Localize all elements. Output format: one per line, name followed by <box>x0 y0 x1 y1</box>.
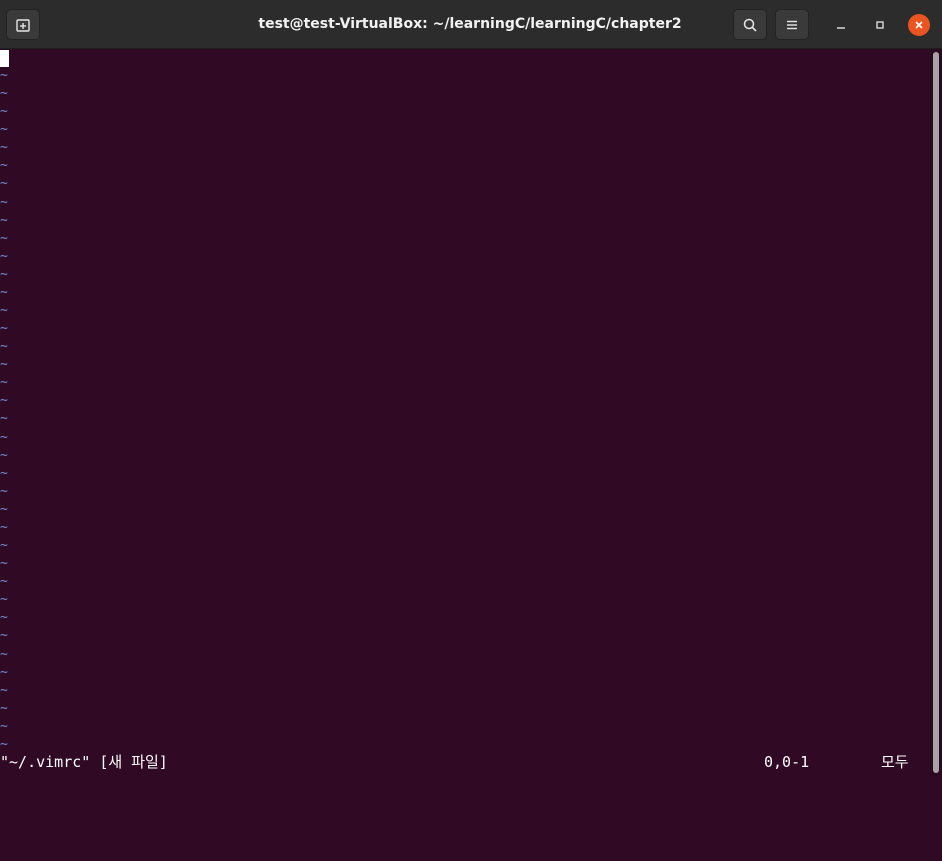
empty-line-marker: ~ <box>0 158 8 174</box>
empty-line-marker: ~ <box>0 429 8 445</box>
empty-line-marker: ~ <box>0 393 8 409</box>
close-icon <box>915 21 923 29</box>
scrollbar[interactable] <box>930 49 942 776</box>
status-file-info: "~/.vimrc" [새 파일] <box>0 753 168 771</box>
search-icon <box>743 18 757 32</box>
empty-line-marker: ~ <box>0 375 8 391</box>
empty-line-marker: ~ <box>0 411 8 427</box>
empty-line-marker: ~ <box>0 248 8 264</box>
status-cursor-position: 0,0-1 <box>764 753 810 771</box>
empty-line-marker: ~ <box>0 194 8 210</box>
maximize-button[interactable] <box>869 14 891 36</box>
empty-line-marker: ~ <box>0 682 8 698</box>
new-tab-button[interactable] <box>6 9 40 40</box>
empty-line-marker: ~ <box>0 68 8 83</box>
empty-line-markers: ~ ~ ~ ~ ~ ~ ~ ~ ~ ~ ~ ~ ~ ~ ~ ~ ~ ~ ~ ~ ~ ~ ~ ~ ~ ~ ~ ~ ~ ~ ~ ~ ~ ~ ~ ~ ~ ~ <box>0 67 8 754</box>
vim-status-line: "~/.vimrc" [새 파일] 0,0-1 모두 <box>0 751 930 773</box>
empty-line-marker: ~ <box>0 303 8 319</box>
empty-line-marker: ~ <box>0 140 8 156</box>
empty-line-marker: ~ <box>0 284 8 300</box>
minimize-button[interactable] <box>830 14 852 36</box>
empty-line-marker: ~ <box>0 447 8 463</box>
empty-line-marker: ~ <box>0 104 8 120</box>
empty-line-marker: ~ <box>0 718 8 734</box>
empty-line-marker: ~ <box>0 592 8 608</box>
menu-button[interactable] <box>775 9 809 40</box>
empty-line-marker: ~ <box>0 574 8 590</box>
empty-line-marker: ~ <box>0 357 8 373</box>
close-button[interactable] <box>908 14 930 36</box>
empty-line-marker: ~ <box>0 501 8 517</box>
empty-line-marker: ~ <box>0 176 8 192</box>
new-tab-icon <box>16 18 30 32</box>
scrollbar-thumb[interactable] <box>933 52 939 773</box>
empty-line-marker: ~ <box>0 339 8 355</box>
empty-line-marker: ~ <box>0 86 8 102</box>
empty-line-marker: ~ <box>0 122 8 138</box>
hamburger-menu-icon <box>787 20 797 29</box>
minimize-icon <box>837 27 845 29</box>
empty-line-marker: ~ <box>0 610 8 626</box>
empty-line-marker: ~ <box>0 664 8 680</box>
empty-line-marker: ~ <box>0 230 8 246</box>
status-scroll-indicator: 모두 <box>881 753 909 771</box>
header-bar: test@test-VirtualBox: ~/learningC/learni… <box>0 0 942 49</box>
empty-line-marker: ~ <box>0 483 8 499</box>
empty-line-marker: ~ <box>0 266 8 282</box>
empty-line-marker: ~ <box>0 212 8 228</box>
empty-line-marker: ~ <box>0 538 8 554</box>
empty-line-marker: ~ <box>0 321 8 337</box>
empty-line-marker: ~ <box>0 465 8 481</box>
empty-line-marker: ~ <box>0 556 8 572</box>
window-title: test@test-VirtualBox: ~/learningC/learni… <box>258 16 682 32</box>
search-button[interactable] <box>733 9 767 40</box>
empty-line-marker: ~ <box>0 700 8 716</box>
empty-line-marker: ~ <box>0 628 8 644</box>
empty-line-marker: ~ <box>0 519 8 535</box>
terminal-window: test@test-VirtualBox: ~/learningC/learni… <box>0 0 942 776</box>
text-cursor <box>0 50 9 67</box>
empty-line-marker: ~ <box>0 646 8 662</box>
vim-editor-area[interactable]: ~ ~ ~ ~ ~ ~ ~ ~ ~ ~ ~ ~ ~ ~ ~ ~ ~ ~ ~ ~ ~ ~ ~ ~ ~ ~ ~ ~ ~ ~ ~ ~ ~ ~ ~ ~ ~ ~ "… <box>0 49 930 776</box>
maximize-icon <box>876 21 884 29</box>
